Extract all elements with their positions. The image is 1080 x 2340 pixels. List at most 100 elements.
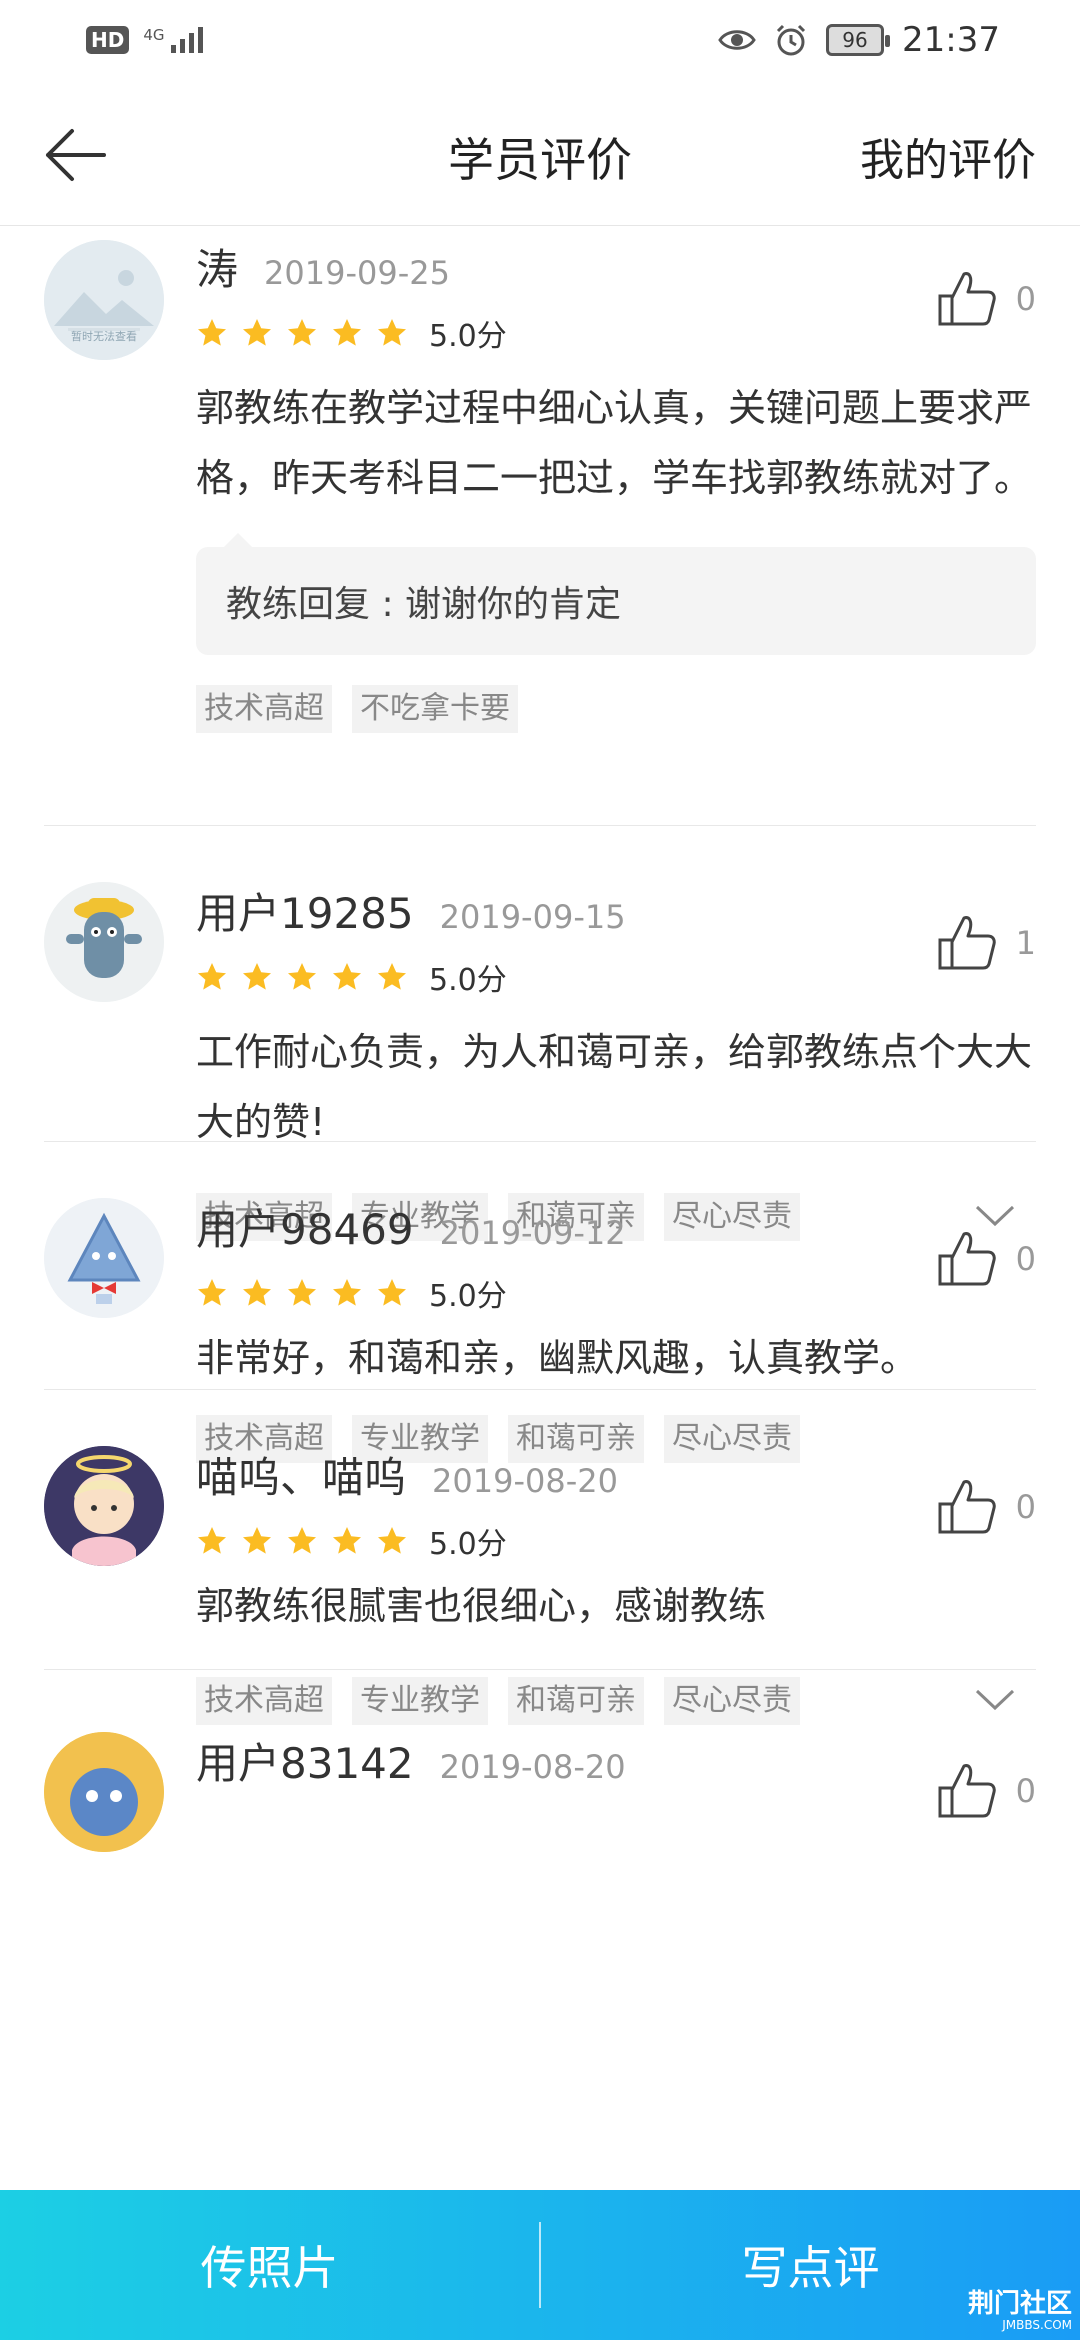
coach-reply: 教练回复 : 谢谢你的肯定: [196, 533, 1036, 655]
star-rating: 5.0分: [196, 955, 1036, 999]
star-icon: [198, 319, 226, 346]
star-icon: [198, 1279, 226, 1306]
review-tags: 技术高超 不吃拿卡要: [196, 685, 1036, 733]
reviewer-name[interactable]: 用户19285: [196, 880, 414, 941]
thumbs-up-icon: [938, 1232, 996, 1286]
my-reviews-link[interactable]: 我的评价: [860, 124, 1036, 188]
like-button[interactable]: 0: [936, 1228, 1036, 1290]
review-date: 2019-09-12: [439, 1214, 626, 1252]
status-left: HD 4G: [86, 26, 203, 54]
review-text: 非常好，和蔼和亲，幽默风趣，认真教学。: [196, 1336, 919, 1380]
avatar-placeholder[interactable]: 暂时无法查看: [44, 240, 164, 360]
status-time: 21:37: [902, 20, 1000, 60]
avatar[interactable]: [44, 882, 164, 1002]
review-item: 喵呜、喵呜 2019-08-20 5.0分 郭教练很腻害也很细心，感谢教练 技术…: [44, 1390, 1036, 1725]
review-date: 2019-08-20: [432, 1462, 618, 1500]
review-date: 2019-08-20: [439, 1748, 626, 1786]
thumbs-up-icon: [938, 916, 996, 970]
star-rating: 5.0分: [196, 311, 1036, 355]
angel-avatar-image: [44, 1446, 164, 1566]
avatar[interactable]: [44, 1198, 164, 1318]
reviewer-name[interactable]: 喵呜、喵呜: [196, 1444, 406, 1505]
eye-icon: [718, 30, 756, 50]
rating-score: 5.0分: [429, 963, 507, 998]
star-rating: 5.0分: [196, 1519, 1036, 1563]
review-header: 涛 2019-09-25: [196, 236, 1036, 297]
star-icon: [288, 963, 316, 990]
rating-score: 5.0分: [429, 1279, 507, 1314]
star-icon: [198, 963, 226, 990]
review-text: 郭教练在教学过程中细心认真，关键问题上要求严格，昨天考科目二一把过，学车找郭教练…: [196, 386, 1033, 500]
review-header: 用户19285 2019-09-15: [196, 880, 1036, 941]
star-icon: [378, 963, 406, 990]
nav-bar: 学员评价 我的评价: [0, 80, 1080, 226]
review-date: 2019-09-15: [439, 898, 626, 936]
review-body: 涛 2019-09-25 5.0分 郭教练在教学过程中细心认真，关键问题上要求严…: [196, 236, 1036, 733]
battery-level: 96: [842, 28, 868, 52]
hd-badge: HD: [86, 26, 130, 54]
review-header: 用户98469 2019-09-12: [196, 1196, 1036, 1257]
battery-icon: 96: [826, 24, 891, 56]
review-body: 用户83142 2019-08-20: [196, 1730, 1036, 1791]
like-count: 0: [1015, 1488, 1036, 1526]
star-icon: [288, 1527, 316, 1554]
star-icon: [243, 1279, 271, 1306]
star-icon: [333, 1527, 361, 1554]
rating-score: 5.0分: [429, 1527, 507, 1562]
star-icon: [333, 963, 361, 990]
watermark-subtext: JMBBS.COM: [1002, 2318, 1072, 2332]
review-item: 暂时无法查看 涛 2019-09-25 5.0分 郭教练在教学过程中细心认真，关…: [44, 226, 1036, 826]
review-tag: 技术高超: [196, 685, 332, 733]
star-icon: [378, 319, 406, 346]
review-item: 用户83142 2019-08-20 0: [44, 1670, 1036, 1870]
cactus-avatar-image: [44, 882, 164, 1002]
review-text: 工作耐心负责，为人和蔼可亲，给郭教练点个大大大的赞!: [196, 1030, 1033, 1144]
like-button[interactable]: 0: [936, 268, 1036, 330]
reviewer-name[interactable]: 用户83142: [196, 1730, 414, 1791]
star-icon: [243, 319, 271, 346]
thumbs-up-icon: [938, 272, 996, 326]
star-icon: [378, 1527, 406, 1554]
reviewer-name[interactable]: 用户98469: [196, 1196, 414, 1257]
watermark: 荆门社区 JMBBS.COM: [968, 2290, 1072, 2332]
like-count: 0: [1015, 1240, 1036, 1278]
review-header: 喵呜、喵呜 2019-08-20: [196, 1444, 1036, 1505]
review-list[interactable]: 暂时无法查看 涛 2019-09-25 5.0分 郭教练在教学过程中细心认真，关…: [0, 226, 1080, 2190]
like-button[interactable]: 1: [936, 912, 1036, 974]
watermark-text: 荆门社区: [967, 2289, 1072, 2319]
like-count: 0: [1015, 280, 1036, 318]
review-tag: 不吃拿卡要: [352, 685, 518, 733]
star-icon: [243, 963, 271, 990]
signal-icon: 4G: [143, 26, 203, 53]
network-type: 4G: [143, 26, 165, 44]
avatar[interactable]: [44, 1446, 164, 1566]
avatar-caption: 暂时无法查看: [71, 330, 137, 343]
status-right: 96 21:37: [718, 20, 1000, 60]
review-text: 郭教练很腻害也很细心，感谢教练: [196, 1584, 767, 1628]
reviewer-name[interactable]: 涛: [196, 236, 238, 297]
star-icon: [243, 1527, 271, 1554]
like-count: 0: [1015, 1772, 1036, 1810]
character-avatar-image: [44, 1732, 164, 1852]
review-item: 用户98469 2019-09-12 5.0分 非常好，和蔼和亲，幽默风趣，认真…: [44, 1142, 1036, 1463]
like-button[interactable]: 0: [936, 1476, 1036, 1538]
alarm-icon: [776, 24, 806, 56]
avatar[interactable]: [44, 1732, 164, 1852]
star-icon: [333, 1279, 361, 1306]
star-icon: [198, 1527, 226, 1554]
star-icon: [333, 319, 361, 346]
triangle-avatar-image: [44, 1198, 164, 1318]
star-icon: [288, 319, 316, 346]
like-button[interactable]: 0: [936, 1760, 1036, 1822]
star-icon: [288, 1279, 316, 1306]
thumbs-up-icon: [938, 1480, 996, 1534]
star-icon: [378, 1279, 406, 1306]
status-bar: HD 4G 96 21:37: [0, 0, 1080, 80]
like-count: 1: [1015, 924, 1036, 962]
upload-photo-button[interactable]: 传照片: [0, 2232, 539, 2298]
rating-score: 5.0分: [429, 319, 507, 354]
thumbs-up-icon: [938, 1764, 996, 1818]
review-date: 2019-09-25: [264, 254, 450, 292]
review-header: 用户83142 2019-08-20: [196, 1730, 1036, 1791]
bottom-action-bar: 传照片 写点评 荆门社区 JMBBS.COM: [0, 2190, 1080, 2340]
